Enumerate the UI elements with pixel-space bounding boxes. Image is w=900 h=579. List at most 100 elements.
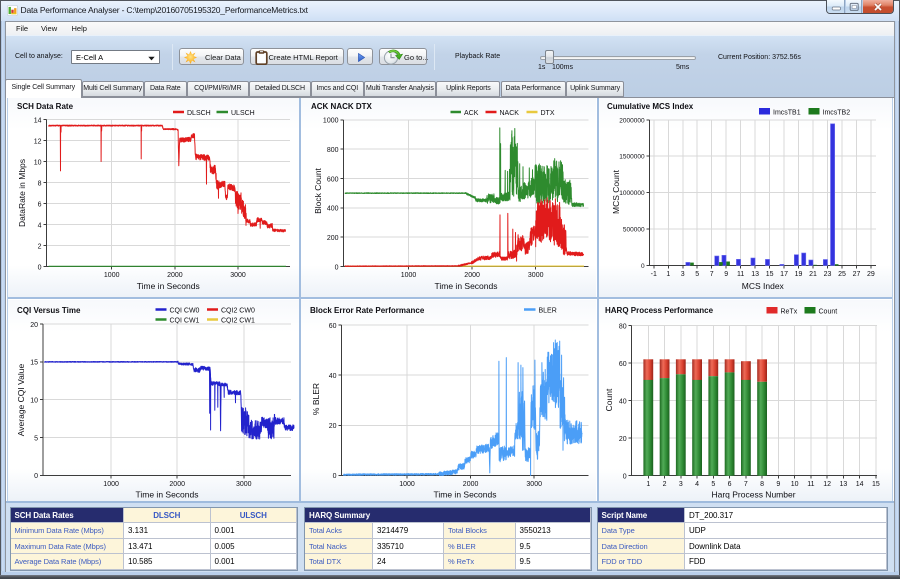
svg-text:0: 0: [38, 264, 42, 271]
svg-text:SCH Data Rate: SCH Data Rate: [17, 102, 74, 111]
svg-text:3000: 3000: [526, 481, 542, 488]
svg-text:Time in Seconds: Time in Seconds: [136, 490, 199, 500]
svg-text:23: 23: [824, 271, 832, 278]
svg-text:ACK NACK DTX: ACK NACK DTX: [311, 102, 373, 111]
svg-text:ReTx: ReTx: [781, 309, 798, 316]
svg-text:25: 25: [838, 271, 846, 278]
svg-text:3: 3: [679, 481, 683, 488]
svg-text:MCS Count: MCS Count: [611, 169, 621, 214]
svg-text:MCS Index: MCS Index: [742, 281, 785, 291]
svg-text:2: 2: [38, 243, 42, 250]
svg-text:Average CQI Value: Average CQI Value: [16, 364, 26, 437]
svg-text:NACK: NACK: [500, 110, 520, 117]
svg-text:9: 9: [724, 271, 728, 278]
svg-text:4: 4: [695, 481, 699, 488]
svg-text:BLER: BLER: [539, 308, 557, 315]
svg-text:17: 17: [780, 271, 788, 278]
svg-text:400: 400: [327, 206, 339, 213]
svg-text:DTX: DTX: [541, 110, 555, 117]
svg-text:600: 600: [327, 176, 339, 183]
svg-text:HARQ Process Performance: HARQ Process Performance: [605, 306, 714, 315]
svg-text:20: 20: [329, 423, 337, 430]
svg-text:Block Error Rate Performance: Block Error Rate Performance: [310, 306, 425, 315]
svg-text:21: 21: [809, 271, 817, 278]
svg-text:11: 11: [807, 481, 814, 488]
svg-text:3000: 3000: [230, 272, 246, 279]
svg-text:19: 19: [795, 271, 803, 278]
svg-text:2: 2: [663, 481, 667, 488]
svg-text:2000: 2000: [464, 272, 480, 279]
svg-text:5: 5: [695, 271, 699, 278]
svg-text:ImcsTB2: ImcsTB2: [823, 110, 851, 117]
svg-text:8: 8: [760, 481, 764, 488]
svg-text:12: 12: [823, 481, 831, 488]
svg-text:7: 7: [710, 271, 714, 278]
svg-text:CQI2 CW1: CQI2 CW1: [221, 318, 255, 325]
svg-text:5: 5: [711, 481, 715, 488]
svg-text:6: 6: [38, 201, 42, 208]
svg-text:27: 27: [853, 271, 861, 278]
svg-text:15: 15: [766, 271, 774, 278]
svg-text:0: 0: [335, 264, 339, 271]
svg-text:29: 29: [867, 271, 875, 278]
svg-text:2000: 2000: [169, 481, 185, 488]
svg-text:Count: Count: [819, 309, 838, 316]
svg-text:12: 12: [34, 138, 42, 145]
svg-text:15: 15: [30, 360, 38, 367]
svg-text:Time in Seconds: Time in Seconds: [435, 281, 498, 291]
svg-text:CQI Versus Time: CQI Versus Time: [17, 306, 81, 315]
svg-text:1000: 1000: [323, 118, 339, 125]
svg-text:4: 4: [38, 222, 42, 229]
svg-text:7: 7: [744, 481, 748, 488]
svg-text:3000: 3000: [528, 272, 544, 279]
svg-text:1: 1: [666, 271, 670, 278]
svg-text:1000: 1000: [399, 481, 415, 488]
svg-text:ACK: ACK: [464, 110, 479, 117]
svg-text:Cumulative MCS Index: Cumulative MCS Index: [607, 102, 694, 111]
svg-text:CQI2 CW0: CQI2 CW0: [221, 308, 255, 315]
svg-text:10: 10: [34, 159, 42, 166]
svg-text:800: 800: [327, 147, 339, 154]
svg-text:1000: 1000: [401, 272, 417, 279]
svg-text:2000: 2000: [463, 481, 479, 488]
svg-text:8: 8: [38, 180, 42, 187]
svg-text:0: 0: [641, 263, 645, 270]
svg-text:2000: 2000: [167, 272, 183, 279]
svg-text:80: 80: [619, 323, 627, 330]
svg-text:3000: 3000: [236, 481, 252, 488]
svg-text:0: 0: [623, 474, 627, 481]
svg-text:0: 0: [34, 473, 38, 480]
svg-text:Time in Seconds: Time in Seconds: [434, 490, 497, 500]
svg-text:0: 0: [333, 473, 337, 480]
svg-text:CQI CW0: CQI CW0: [170, 308, 200, 315]
svg-text:14: 14: [856, 481, 864, 488]
svg-text:1000: 1000: [103, 481, 119, 488]
svg-text:DLSCH: DLSCH: [187, 110, 211, 117]
svg-text:14: 14: [34, 117, 42, 124]
svg-text:13: 13: [840, 481, 848, 488]
svg-text:Count: Count: [604, 388, 614, 411]
svg-text:Block Count: Block Count: [313, 167, 323, 213]
svg-text:10: 10: [30, 398, 38, 405]
svg-text:5: 5: [34, 435, 38, 442]
svg-text:ImcsTB1: ImcsTB1: [773, 110, 801, 117]
svg-text:Time in Seconds: Time in Seconds: [137, 281, 200, 291]
svg-text:13: 13: [751, 271, 759, 278]
svg-text:60: 60: [619, 361, 627, 368]
svg-text:1500000: 1500000: [619, 154, 645, 161]
svg-text:15: 15: [872, 481, 880, 488]
svg-text:20: 20: [619, 436, 627, 443]
svg-text:6: 6: [728, 481, 732, 488]
svg-text:60: 60: [329, 323, 337, 330]
svg-text:500000: 500000: [623, 227, 645, 234]
svg-text:CQI CW1: CQI CW1: [170, 318, 200, 325]
svg-text:ULSCH: ULSCH: [231, 110, 255, 117]
svg-text:11: 11: [737, 271, 744, 278]
svg-text:Harq Process Number: Harq Process Number: [711, 490, 795, 500]
svg-text:40: 40: [619, 398, 627, 405]
svg-text:DataRate in Mbps: DataRate in Mbps: [17, 159, 27, 227]
svg-text:1000: 1000: [104, 272, 120, 279]
svg-text:40: 40: [329, 373, 337, 380]
svg-text:2000000: 2000000: [619, 117, 645, 124]
svg-text:200: 200: [327, 235, 339, 242]
